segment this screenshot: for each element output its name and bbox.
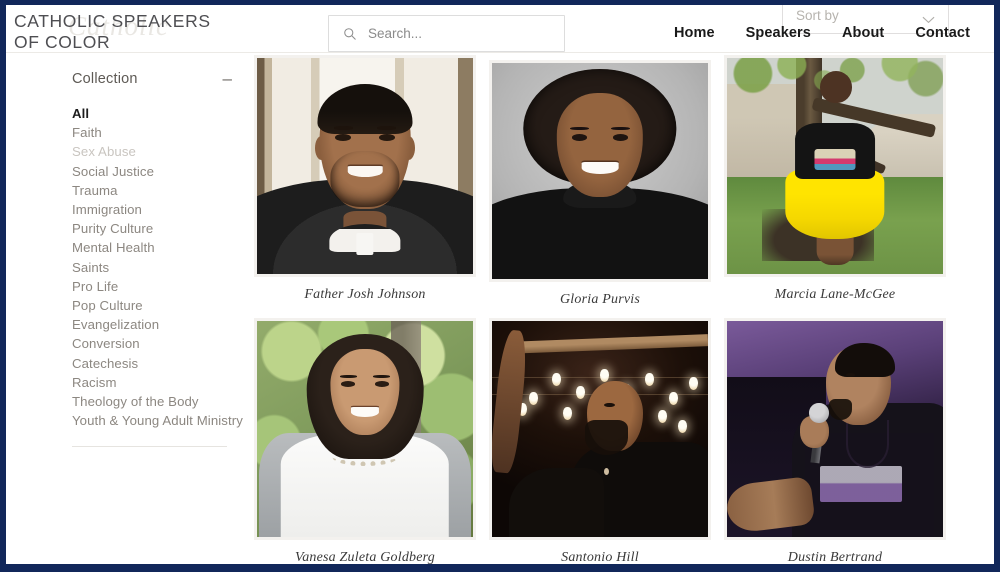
speaker-card[interactable]: Santonio Hill bbox=[489, 318, 711, 564]
filter-item-catechesis[interactable]: Catechesis bbox=[72, 354, 242, 373]
speaker-card[interactable]: Father Josh Johnson bbox=[254, 55, 476, 302]
speaker-name: Vanesa Zuleta Goldberg bbox=[295, 550, 435, 565]
minus-icon[interactable]: – bbox=[223, 70, 232, 87]
filter-item-saints[interactable]: Saints bbox=[72, 258, 242, 277]
collection-filter-list: All Faith Sex Abuse Social Justice Traum… bbox=[72, 104, 243, 430]
sidebar-divider bbox=[72, 446, 227, 448]
search-icon bbox=[343, 27, 357, 41]
filter-item-conversion[interactable]: Conversion bbox=[72, 334, 242, 353]
speaker-name: Dustin Bertrand bbox=[787, 550, 883, 565]
filter-item-sex-abuse[interactable]: Sex Abuse bbox=[72, 142, 242, 161]
filter-item-racism[interactable]: Racism bbox=[72, 373, 242, 392]
filter-item-trauma[interactable]: Trauma bbox=[72, 181, 242, 200]
photo-frame bbox=[254, 318, 476, 540]
page-root: Catholic CATHOLIC SPEAKERS OF COLOR Sort… bbox=[0, 0, 1000, 572]
nav-item-home[interactable]: Home bbox=[674, 25, 715, 41]
photo-frame bbox=[724, 55, 946, 277]
speaker-name: Santonio Hill bbox=[561, 550, 639, 565]
filter-item-mental-health[interactable]: Mental Health bbox=[72, 238, 242, 257]
nav-item-about[interactable]: About bbox=[842, 25, 884, 41]
filter-item-all[interactable]: All bbox=[72, 104, 242, 123]
main-navigation: Home Speakers About Contact bbox=[674, 25, 970, 41]
nav-item-speakers[interactable]: Speakers bbox=[746, 25, 811, 41]
photo-frame bbox=[489, 60, 711, 282]
speaker-photo-outdoor-yellow-skirt[interactable] bbox=[727, 58, 943, 274]
speaker-name: Father Josh Johnson bbox=[304, 287, 426, 302]
speaker-photo-stage-microphone[interactable] bbox=[727, 321, 943, 537]
filter-item-social-justice[interactable]: Social Justice bbox=[72, 162, 242, 181]
photo-frame bbox=[254, 55, 476, 277]
speaker-name: Marcia Lane-McGee bbox=[774, 287, 896, 302]
speaker-card[interactable]: Vanesa Zuleta Goldberg bbox=[254, 318, 476, 564]
speaker-name: Gloria Purvis bbox=[560, 292, 640, 307]
site-logo[interactable]: CATHOLIC SPEAKERS OF COLOR bbox=[14, 11, 211, 53]
speaker-photo-foliage-portrait[interactable] bbox=[257, 321, 473, 537]
photo-frame bbox=[724, 318, 946, 540]
filter-item-purity-culture[interactable]: Purity Culture bbox=[72, 219, 242, 238]
filter-item-theology-of-the-body[interactable]: Theology of the Body bbox=[72, 392, 242, 411]
collection-sidebar: Collection – All Faith Sex Abuse Social … bbox=[6, 53, 250, 564]
filter-item-youth-young-adult-ministry[interactable]: Youth & Young Adult Ministry bbox=[72, 411, 243, 430]
filter-item-faith[interactable]: Faith bbox=[72, 123, 242, 142]
filter-item-pop-culture[interactable]: Pop Culture bbox=[72, 296, 242, 315]
speaker-photo-priest-portrait[interactable] bbox=[257, 58, 473, 274]
photo-frame bbox=[489, 318, 711, 540]
speaker-card[interactable]: Gloria Purvis bbox=[489, 60, 711, 307]
search-bar[interactable] bbox=[328, 15, 565, 52]
chevron-down-icon bbox=[922, 11, 935, 24]
filter-item-evangelization[interactable]: Evangelization bbox=[72, 315, 242, 334]
nav-item-contact[interactable]: Contact bbox=[915, 25, 970, 41]
speaker-gallery-grid: Father Josh Johnson Gloria Purvis Marcia… bbox=[250, 49, 994, 564]
speaker-card[interactable]: Marcia Lane-McGee bbox=[724, 55, 946, 302]
sort-by-label: Sort by bbox=[796, 8, 839, 23]
site-header: Catholic CATHOLIC SPEAKERS OF COLOR Sort… bbox=[6, 5, 994, 53]
filter-item-immigration[interactable]: Immigration bbox=[72, 200, 242, 219]
collection-header[interactable]: Collection – bbox=[72, 70, 232, 87]
filter-item-pro-life[interactable]: Pro Life bbox=[72, 277, 242, 296]
speaker-photo-string-lights-night[interactable] bbox=[492, 321, 708, 537]
search-input[interactable] bbox=[368, 26, 548, 41]
collection-title: Collection bbox=[72, 71, 138, 87]
speaker-photo-studio-portrait[interactable] bbox=[492, 63, 708, 279]
speaker-card[interactable]: Dustin Bertrand bbox=[724, 318, 946, 564]
